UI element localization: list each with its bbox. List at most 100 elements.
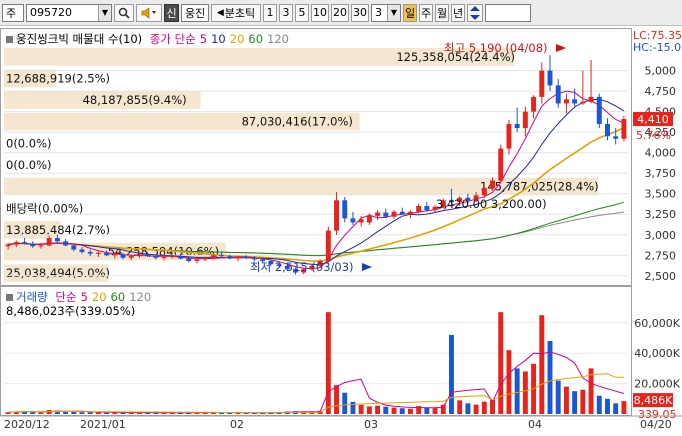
volume-bar bbox=[432, 408, 438, 414]
candle-body bbox=[120, 254, 126, 258]
volume-bar bbox=[522, 371, 528, 414]
candle-body bbox=[334, 200, 339, 231]
arrow-right-icon bbox=[362, 263, 372, 271]
candle-body bbox=[161, 256, 167, 258]
volume-bar bbox=[342, 392, 348, 414]
high-annotation: 최고 5,190 (04/08) bbox=[444, 41, 548, 55]
volume-bar bbox=[325, 312, 331, 414]
volume-bar bbox=[621, 401, 627, 414]
x-tick: 04/20 bbox=[640, 418, 672, 431]
candle-body bbox=[54, 238, 60, 242]
vol-ma-label: 단순 bbox=[55, 290, 77, 304]
volume-bar bbox=[366, 406, 372, 414]
candle-body bbox=[563, 99, 569, 104]
volume-bar bbox=[399, 408, 405, 414]
ma5-label: 5 bbox=[199, 32, 208, 46]
candle-body bbox=[46, 238, 52, 246]
volume-bar bbox=[473, 404, 479, 414]
candle-body bbox=[580, 101, 586, 104]
volume-bar bbox=[498, 312, 504, 414]
volume-bar bbox=[605, 398, 610, 414]
volume-bar bbox=[572, 391, 578, 414]
candle-body bbox=[235, 256, 241, 259]
x-tick: 2021/01 bbox=[80, 418, 126, 431]
volume-profile-label: 0(0.0%) bbox=[6, 158, 52, 172]
volume-bar bbox=[539, 315, 545, 414]
volume-bar bbox=[71, 411, 77, 414]
volume-bar bbox=[95, 412, 101, 414]
candle-body bbox=[210, 255, 216, 258]
arrow-right-icon bbox=[556, 44, 566, 52]
volume-bar bbox=[563, 386, 569, 414]
volume-bar bbox=[38, 412, 44, 414]
volume-bar bbox=[350, 401, 356, 414]
candle-body bbox=[186, 258, 192, 262]
candle-body bbox=[588, 96, 594, 102]
x-tick: 02 bbox=[230, 418, 244, 431]
volume-bar bbox=[580, 389, 586, 414]
candle-body bbox=[95, 252, 101, 254]
candle-body bbox=[194, 259, 200, 262]
right-axis: LC:75.35 HC:-15.0 bbox=[633, 28, 682, 416]
candle-body bbox=[137, 254, 142, 257]
volume-bar bbox=[104, 412, 110, 414]
volume-bar bbox=[358, 404, 364, 414]
candle-body bbox=[596, 96, 602, 124]
vol-ma120-label: 120 bbox=[129, 290, 152, 304]
legend-icon bbox=[6, 36, 13, 43]
candle-body bbox=[490, 180, 495, 188]
candle-body bbox=[375, 212, 381, 216]
candle-body bbox=[63, 241, 69, 246]
chart-canvas[interactable]: 125,358,054(24.4%)12,688,919(2.5%)48,187… bbox=[0, 0, 682, 436]
vol-ma20-label: 20 bbox=[91, 290, 107, 304]
candle-body bbox=[169, 256, 175, 258]
candle-body bbox=[547, 70, 553, 86]
volume-name: 거래량 bbox=[16, 290, 48, 304]
ma20-label: 20 bbox=[229, 32, 245, 46]
candle-body bbox=[506, 123, 512, 149]
ma-label: 종가 단순 bbox=[149, 32, 196, 46]
candle-body bbox=[325, 230, 331, 262]
candle-body bbox=[87, 251, 93, 254]
candle-body bbox=[30, 243, 36, 247]
candle-body bbox=[13, 242, 19, 245]
candle-body bbox=[399, 211, 405, 215]
volume-profile-label: 12,688,919(2.5%) bbox=[6, 71, 110, 85]
volume-summary: 8,486,023주(339.05%) bbox=[6, 304, 136, 318]
candle-body bbox=[128, 256, 134, 258]
candle-body bbox=[112, 254, 118, 256]
candle-body bbox=[391, 211, 397, 217]
candle-body bbox=[522, 111, 528, 129]
candle-body bbox=[498, 148, 504, 181]
x-tick: 2020/12 bbox=[4, 418, 50, 431]
candle-body bbox=[621, 119, 627, 139]
volume-bar bbox=[457, 400, 463, 414]
volume-bar bbox=[383, 406, 389, 414]
candle-body bbox=[227, 256, 233, 259]
volume-bar bbox=[596, 395, 602, 414]
volume-bar bbox=[555, 380, 561, 414]
candle-body bbox=[71, 245, 77, 250]
volume-bar bbox=[424, 407, 430, 414]
ma10-label: 10 bbox=[211, 32, 226, 46]
volume-bar bbox=[465, 403, 471, 414]
volume-bar bbox=[514, 368, 520, 414]
ma120-label: 120 bbox=[267, 32, 289, 46]
price-legend: 웅진씽크빅 매물대 수(10) 종가 단순 5 10 20 60 120 bbox=[6, 31, 293, 47]
ma60-label: 60 bbox=[248, 32, 264, 46]
candle-body bbox=[416, 206, 422, 212]
candle-body bbox=[145, 254, 151, 257]
candle-body bbox=[605, 123, 610, 137]
volume-bar bbox=[613, 403, 619, 414]
candle-body bbox=[22, 242, 27, 244]
candle-body bbox=[153, 256, 159, 258]
candle-body bbox=[572, 99, 578, 104]
candle-body bbox=[383, 212, 389, 217]
candle-body bbox=[555, 85, 561, 104]
candle-body bbox=[38, 245, 44, 247]
volume-bar bbox=[375, 405, 381, 414]
volume-bar bbox=[334, 385, 339, 414]
volume-bar bbox=[79, 412, 85, 414]
volume-bar bbox=[391, 407, 397, 414]
volume-bar bbox=[407, 408, 413, 414]
